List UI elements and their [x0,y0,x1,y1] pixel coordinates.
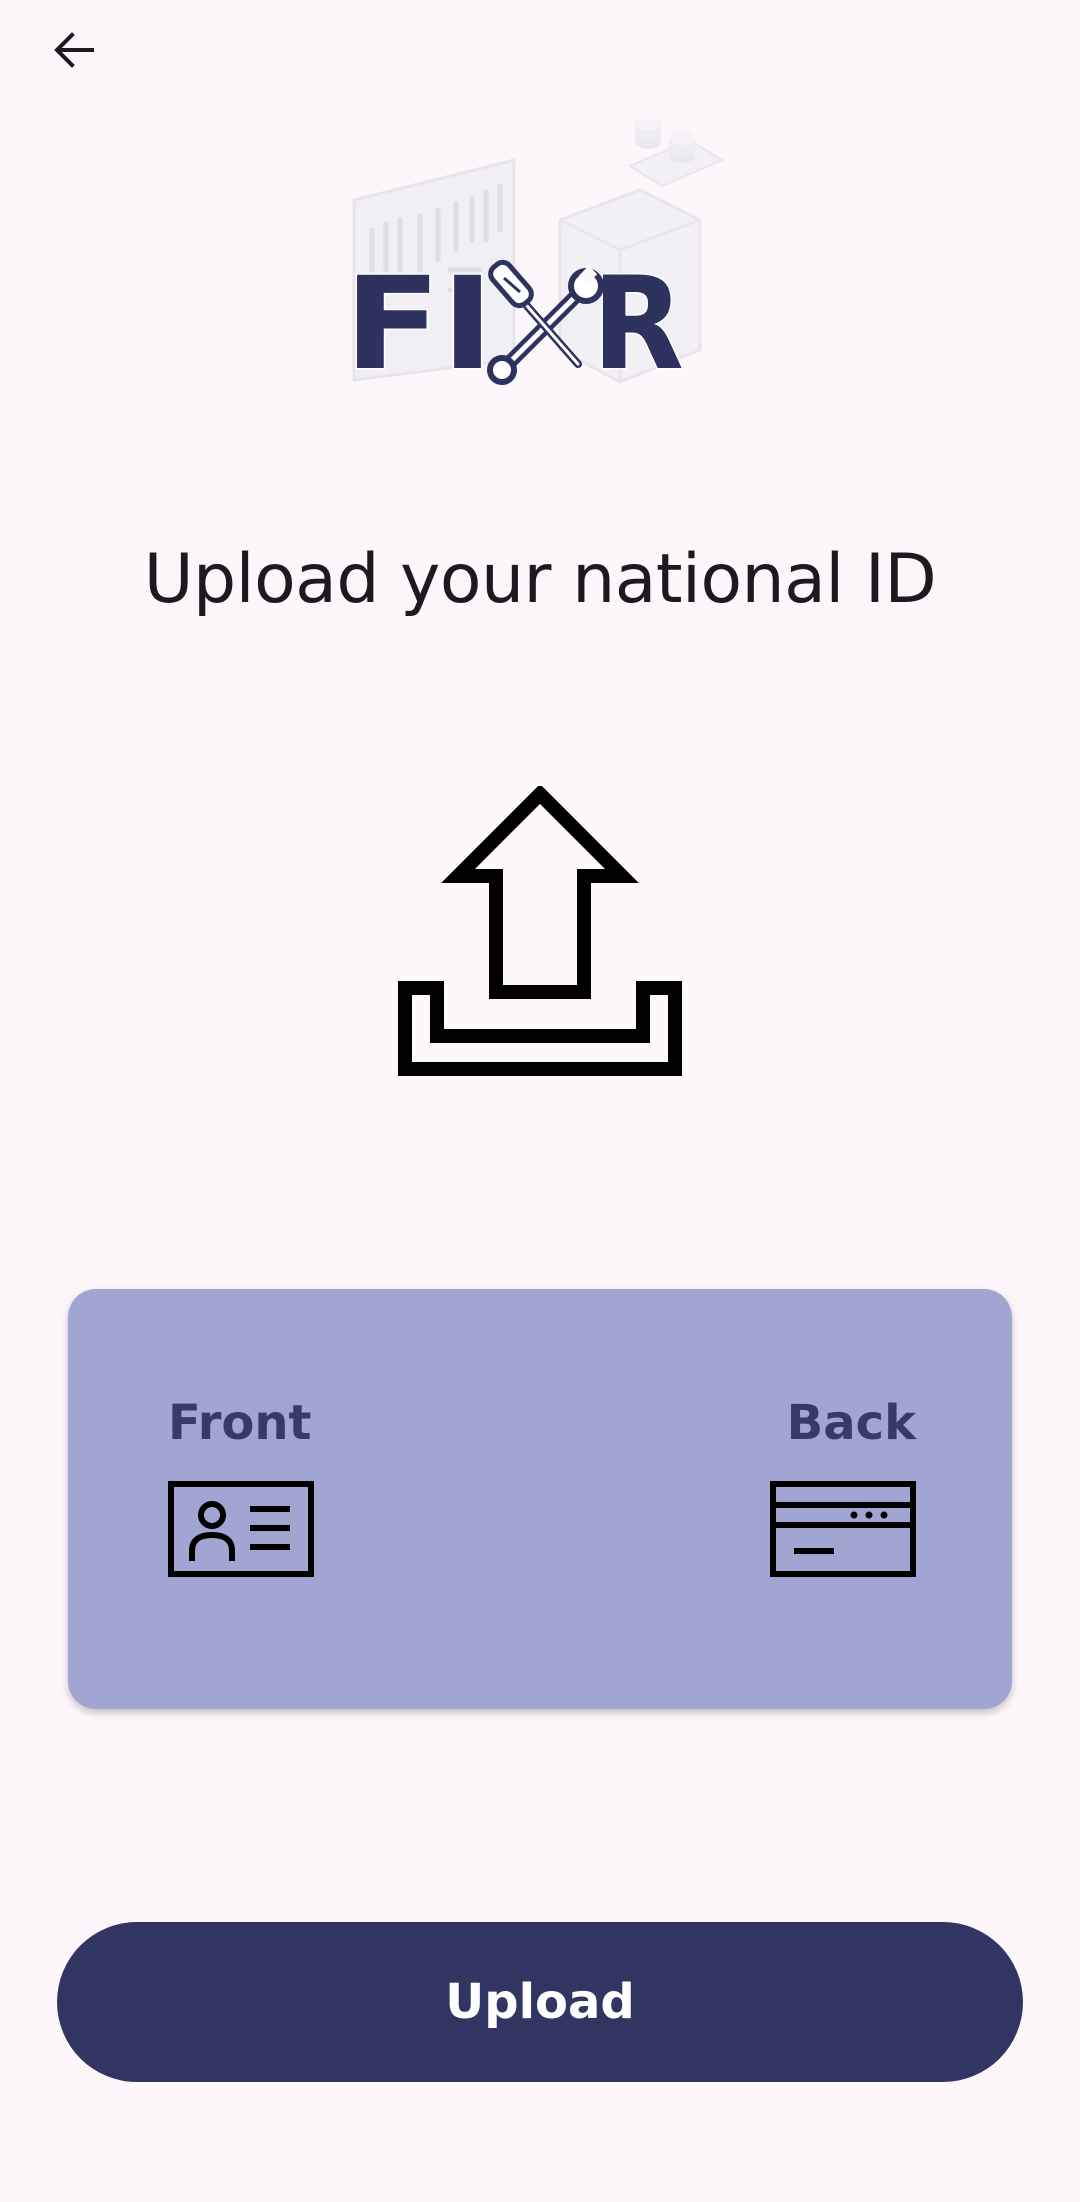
arrow-left-icon [54,32,94,68]
front-label: Front [168,1395,312,1451]
page-title: Upload your national ID [143,540,937,619]
back-button[interactable] [36,12,112,88]
back-label: Back [786,1395,916,1451]
logo-text-left: FI [344,250,494,399]
logo-text-right: R [592,250,684,399]
back-side-option[interactable]: Back [770,1395,916,1577]
id-card-back-icon [770,1481,916,1577]
id-card-front-icon [168,1481,314,1577]
fixr-logo: FI R [343,120,725,400]
id-card-panel: Front Back [68,1289,1012,1709]
upload-button[interactable]: Upload [57,1922,1023,2082]
front-side-option[interactable]: Front [168,1395,314,1577]
upload-tray-icon [398,786,682,1076]
